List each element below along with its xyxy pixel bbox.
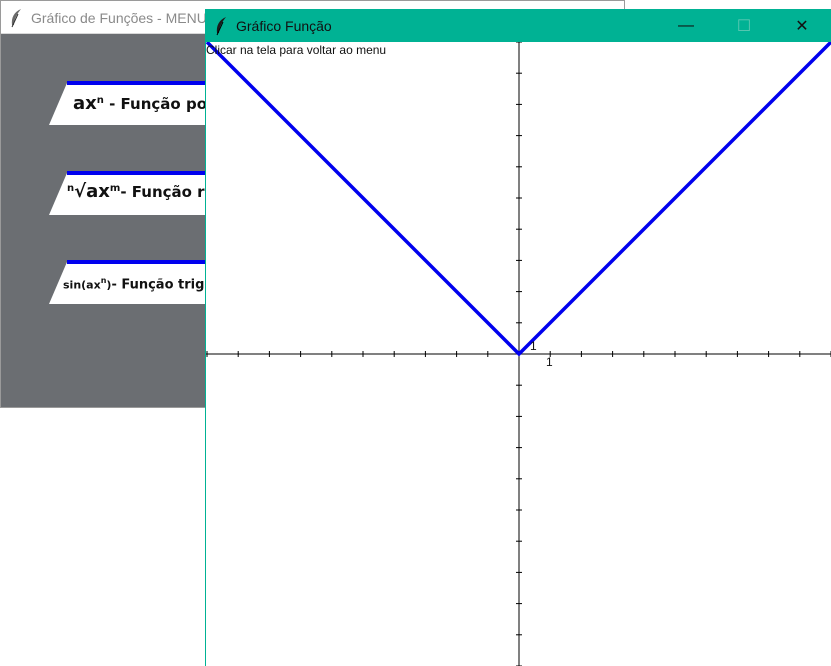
feather-icon [214, 16, 228, 41]
maximize-button[interactable]: ☐ [715, 9, 773, 42]
minimize-button[interactable]: — [657, 9, 715, 42]
graph-window: Gráfico Função — ☐ ✕ Clicar na tela para… [205, 9, 831, 666]
polynomial-function-label: axn - Função pol [73, 93, 213, 114]
minimize-icon: — [678, 16, 694, 34]
radical-function-button[interactable]: n√axm- Função ra [49, 171, 229, 215]
radical-function-label: n√axm- Função ra [67, 181, 215, 202]
x-axis-one-label: 1 [546, 355, 553, 369]
polynomial-function-button[interactable]: axn - Função pol [49, 81, 229, 125]
graph-titlebar[interactable]: Gráfico Função — ☐ ✕ [206, 9, 831, 42]
y-axis-one-label: 1 [530, 339, 537, 353]
menu-window-title: Gráfico de Funções - MENU [31, 10, 207, 26]
maximize-icon: ☐ [736, 17, 752, 35]
trigonometric-function-label: sin(axn)- Função trigo [63, 276, 214, 293]
trigonometric-function-button[interactable]: sin(axn)- Função trigo [49, 260, 229, 304]
graph-window-title: Gráfico Função [236, 18, 332, 34]
close-button[interactable]: ✕ [773, 9, 831, 42]
return-to-menu-hint: Clicar na tela para voltar ao menu [206, 43, 387, 57]
plot-svg [206, 42, 831, 666]
graph-canvas[interactable]: Clicar na tela para voltar ao menu 1 1 [206, 42, 831, 666]
feather-icon [9, 8, 23, 33]
close-icon: ✕ [795, 17, 809, 35]
